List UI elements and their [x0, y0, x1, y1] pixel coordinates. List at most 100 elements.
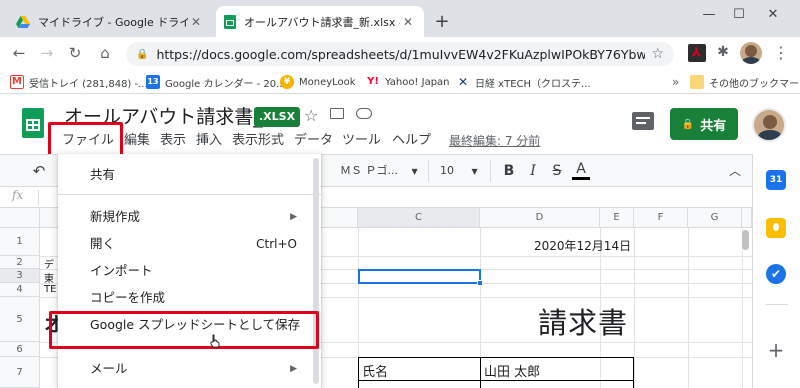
- tasks-icon[interactable]: ✔: [766, 264, 786, 284]
- file-menu-item-save-as-sheets[interactable]: Google スプレッドシートとして保存: [58, 312, 321, 338]
- move-folder-icon[interactable]: [330, 108, 344, 119]
- bookmark-calendar[interactable]: 13 Google カレンダー - 20...: [146, 72, 286, 92]
- row-header-5[interactable]: 5: [0, 297, 40, 342]
- close-tab-icon[interactable]: ✕: [188, 15, 204, 29]
- row-header-6[interactable]: 6: [0, 342, 40, 357]
- calendar-icon[interactable]: 31: [766, 170, 786, 190]
- row-header-1[interactable]: 1: [0, 228, 40, 256]
- italic-button[interactable]: I: [524, 160, 542, 182]
- add-addon-icon[interactable]: +: [766, 340, 786, 360]
- file-menu-item-open[interactable]: 開く Ctrl+O: [58, 231, 321, 257]
- row-header-4[interactable]: 4: [0, 283, 40, 297]
- menu-scrollbar[interactable]: [313, 158, 319, 384]
- lock-icon: 🔒: [136, 48, 149, 60]
- hand-cursor-icon: [210, 334, 220, 348]
- undo-icon[interactable]: ↶: [28, 160, 50, 182]
- menu-insert[interactable]: 挿入: [196, 128, 222, 154]
- select-all-corner[interactable]: [0, 208, 40, 228]
- font-size-select[interactable]: 10 ▼: [440, 160, 484, 182]
- maximize-button[interactable]: ☐: [724, 4, 754, 26]
- bookmark-moneylook[interactable]: ¥ MoneyLook: [280, 72, 356, 92]
- formula-divider: [38, 190, 39, 206]
- xtech-icon: ✕: [456, 75, 470, 89]
- other-bookmarks[interactable]: その他のブックマーク: [690, 72, 800, 92]
- column-header-c[interactable]: C: [358, 208, 480, 228]
- more-bookmarks-icon[interactable]: »: [672, 72, 679, 92]
- gmail-icon: M: [10, 75, 24, 89]
- share-button[interactable]: 🔒 共有: [670, 108, 738, 140]
- column-header-g[interactable]: G: [688, 208, 742, 228]
- menu-file[interactable]: ファイル: [62, 128, 114, 154]
- browser-menu-icon[interactable]: ⋮: [772, 43, 790, 63]
- menu-format[interactable]: 表示形式: [232, 128, 284, 154]
- close-tab-icon[interactable]: ✕: [400, 15, 416, 29]
- close-window-button[interactable]: ✕: [758, 4, 788, 26]
- calendar-icon: 13: [146, 75, 160, 89]
- extensions-icon[interactable]: ✱: [714, 44, 732, 62]
- dropdown-arrow-icon: ▼: [471, 167, 478, 176]
- bookmark-xtech[interactable]: ✕ 日経 xTECH（クロステ...: [456, 72, 591, 92]
- sheets-logo-icon[interactable]: [22, 108, 44, 138]
- last-edit-link[interactable]: 最終編集: 7 分前: [449, 128, 540, 154]
- font-family-select[interactable]: ＭＳ Ｐゴ... ▼: [340, 160, 430, 182]
- menu-edit[interactable]: 編集: [124, 128, 150, 154]
- browser-tab-drive[interactable]: マイドライブ - Google ドライブ ✕: [8, 6, 212, 37]
- strikethrough-button[interactable]: S: [548, 160, 566, 182]
- menu-tools[interactable]: ツール: [342, 128, 381, 154]
- url-text: https://docs.google.com/spreadsheets/d/1…: [156, 46, 646, 62]
- new-tab-button[interactable]: +: [432, 12, 452, 32]
- row-header-3[interactable]: 3: [0, 269, 40, 283]
- address-bar[interactable]: 🔒 https://docs.google.com/spreadsheets/d…: [126, 42, 674, 66]
- bookmark-label: MoneyLook: [299, 76, 356, 88]
- menu-help[interactable]: ヘルプ: [392, 128, 431, 154]
- side-panel-divider: [766, 304, 788, 305]
- keep-icon[interactable]: [766, 218, 786, 238]
- file-menu-item-new[interactable]: 新規作成 ▶: [58, 204, 321, 230]
- bookmark-gmail[interactable]: M 受信トレイ (281,848) -...: [10, 72, 148, 92]
- column-header-h[interactable]: [742, 208, 752, 228]
- column-header-f[interactable]: F: [634, 208, 688, 228]
- minimize-button[interactable]: —: [694, 4, 724, 26]
- column-header-d[interactable]: D: [480, 208, 600, 228]
- back-icon[interactable]: ←: [8, 42, 30, 64]
- cell-a2[interactable]: デ: [44, 256, 54, 271]
- cell-a4[interactable]: TE: [44, 284, 56, 295]
- file-menu-item-import[interactable]: インポート: [58, 258, 321, 284]
- cell-d1-date[interactable]: 2020年12月14日: [534, 237, 631, 254]
- column-header-e[interactable]: E: [600, 208, 634, 228]
- row-header-7[interactable]: 7: [0, 357, 40, 388]
- star-icon[interactable]: ☆: [304, 106, 318, 125]
- toolbar-divider: [428, 160, 429, 182]
- text-color-button[interactable]: A: [572, 160, 590, 180]
- menu-view[interactable]: 表示: [160, 128, 186, 154]
- row-header-2[interactable]: 2: [0, 256, 40, 269]
- bookmark-star-icon[interactable]: ☆: [651, 46, 664, 62]
- reload-icon[interactable]: ↻: [64, 42, 86, 64]
- profile-avatar[interactable]: [740, 42, 762, 64]
- account-avatar[interactable]: [752, 108, 786, 142]
- home-icon[interactable]: ⌂: [94, 42, 116, 64]
- menu-item-shortcut: Ctrl+O: [256, 237, 297, 251]
- cloud-status-icon[interactable]: [356, 108, 372, 119]
- file-menu-item-email[interactable]: メール ▶: [58, 356, 321, 382]
- bold-button[interactable]: B: [500, 160, 518, 182]
- pdf-extension-icon[interactable]: ⅄: [688, 44, 706, 62]
- menu-item-label: 新規作成: [90, 209, 141, 224]
- file-menu-item-make-copy[interactable]: コピーを作成: [58, 285, 321, 311]
- cell-name-label[interactable]: 氏名: [362, 361, 388, 380]
- cell-name-value[interactable]: 山田 太郎: [484, 361, 540, 380]
- cell-invoice-heading[interactable]: 請求書: [538, 300, 628, 342]
- file-menu-item-share[interactable]: 共有: [58, 162, 321, 188]
- document-title[interactable]: オールアバウト請求書_新: [64, 102, 282, 129]
- toolbar-divider: [490, 160, 491, 182]
- vertical-scrollbar[interactable]: [742, 230, 749, 250]
- active-cell-selection[interactable]: [358, 269, 483, 286]
- forward-icon[interactable]: →: [36, 42, 58, 64]
- comments-icon[interactable]: [632, 112, 654, 130]
- bookmark-yahoo[interactable]: Y! Yahoo! Japan: [366, 72, 450, 92]
- collapse-toolbar-icon[interactable]: ︿: [726, 160, 744, 182]
- menu-data[interactable]: データ: [294, 128, 333, 154]
- cell-a3[interactable]: 東: [44, 270, 54, 285]
- dropdown-arrow-icon: ▼: [411, 167, 418, 176]
- browser-tab-sheets[interactable]: オールアバウト請求書_新.xlsx - Google ✕: [216, 6, 424, 37]
